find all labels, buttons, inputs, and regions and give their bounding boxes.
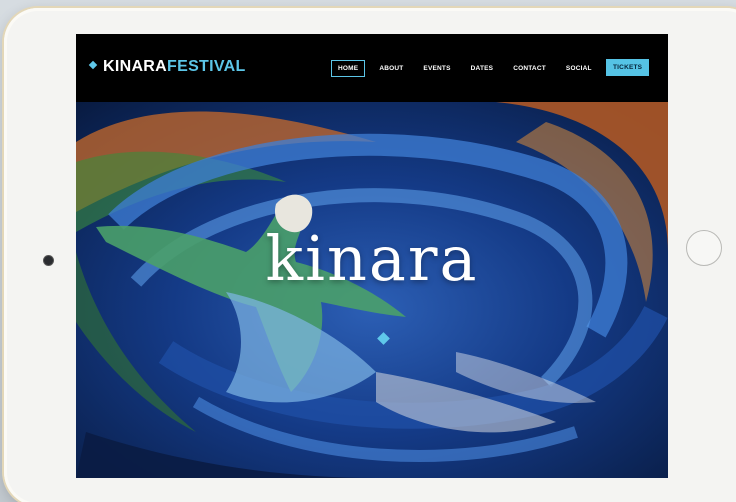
nav-item-events[interactable]: EVENTS xyxy=(417,61,456,76)
nav-item-about[interactable]: ABOUT xyxy=(373,61,409,76)
brand-name-part1: KINARA xyxy=(103,58,168,75)
nav-item-social[interactable]: SOCIAL xyxy=(560,61,598,76)
website-screen: KINARAFESTIVAL HOME ABOUT EVENTS DATES C… xyxy=(76,34,668,478)
nav-item-dates[interactable]: DATES xyxy=(465,61,500,76)
camera-icon xyxy=(44,256,53,265)
hero-logo: kinara xyxy=(265,222,479,295)
home-button[interactable] xyxy=(686,230,722,266)
hero-section: kinara xyxy=(76,102,668,478)
nav-item-home[interactable]: HOME xyxy=(331,59,366,77)
diamond-icon xyxy=(88,60,98,70)
navbar: KINARAFESTIVAL HOME ABOUT EVENTS DATES C… xyxy=(76,34,668,102)
brand-logo[interactable]: KINARAFESTIVAL xyxy=(88,58,246,76)
device-mockup-scene: KINARAFESTIVAL HOME ABOUT EVENTS DATES C… xyxy=(0,0,736,502)
nav-item-contact[interactable]: CONTACT xyxy=(507,61,552,76)
main-nav: HOME ABOUT EVENTS DATES CONTACT SOCIAL xyxy=(331,58,606,78)
brand-name-part2: FESTIVAL xyxy=(167,58,246,75)
tickets-button[interactable]: TICKETS xyxy=(606,59,650,76)
